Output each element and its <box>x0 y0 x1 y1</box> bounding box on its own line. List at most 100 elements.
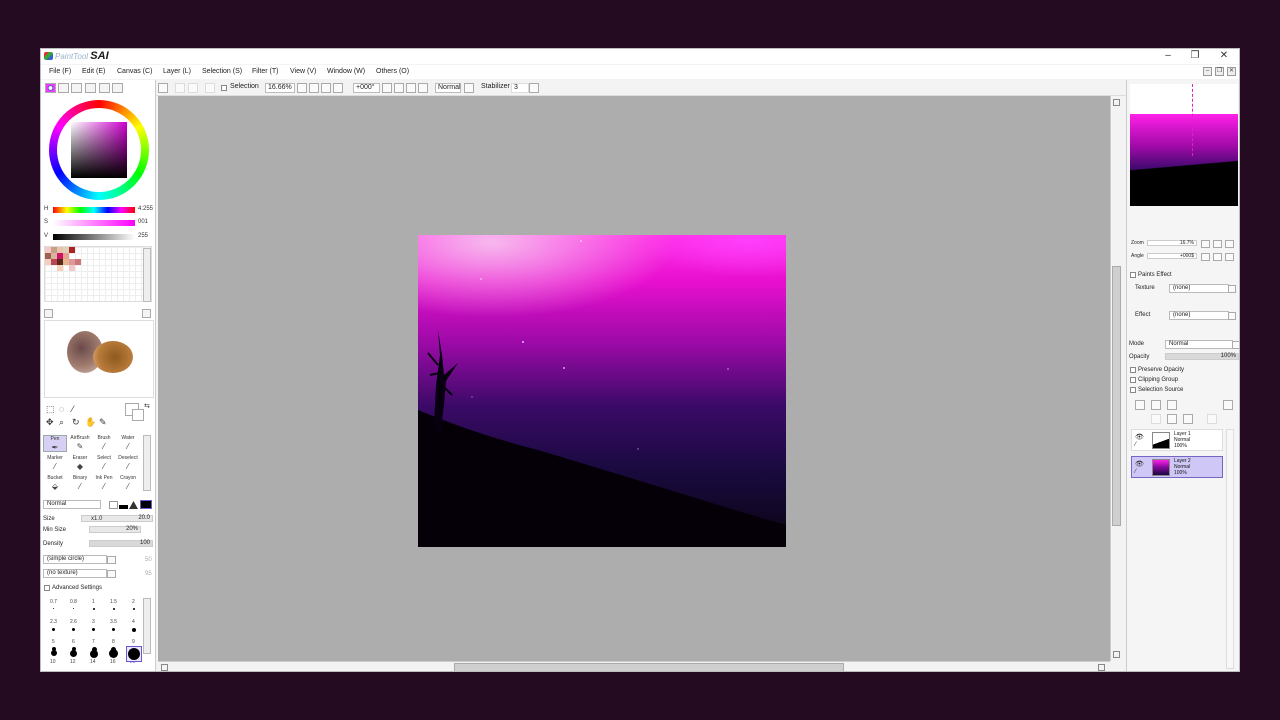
advanced-settings-toggle[interactable] <box>44 585 50 591</box>
navigator-zoom-slider[interactable]: 16.7% <box>1147 240 1197 246</box>
size-multiplier[interactable]: x1.0 <box>91 516 102 522</box>
scratchpad-clear-icon[interactable] <box>44 309 53 318</box>
brush-shape-hard-icon[interactable] <box>129 501 138 509</box>
scratchpad[interactable] <box>44 320 154 398</box>
tool-ink-pen[interactable]: Ink Pen ⁄ <box>92 475 116 492</box>
texture-dropdown-icon[interactable] <box>1228 285 1236 293</box>
brush-size-0-8[interactable]: 0.8 <box>70 599 77 605</box>
new-layer-icon[interactable] <box>1135 400 1145 410</box>
flip-icon[interactable] <box>418 83 428 93</box>
scroll-down-icon[interactable] <box>1113 651 1120 658</box>
layer-item-2[interactable]: 👁 ⁄ Layer 2 Normal 100% <box>1131 456 1223 478</box>
swatch-grid[interactable] <box>44 246 152 302</box>
brush-shape-flat-icon[interactable] <box>140 500 152 509</box>
layer-mode-select[interactable]: Normal <box>1165 340 1233 349</box>
brush-shape-soft-icon[interactable] <box>119 501 128 509</box>
scroll-up-icon[interactable] <box>1113 99 1120 106</box>
saturation-value-square[interactable] <box>71 122 127 178</box>
brush-size-0-7[interactable]: 0.7 <box>50 599 57 605</box>
restore-button[interactable]: ❐ <box>1188 50 1202 61</box>
move-icon[interactable]: ✥ <box>46 417 54 428</box>
brush-size-16[interactable]: 16 <box>110 659 116 665</box>
layer-lock-icon[interactable]: ⁄ <box>1135 469 1136 475</box>
nav-zoom-reset-icon[interactable] <box>1225 240 1234 248</box>
clear-layer-icon[interactable] <box>1207 414 1217 424</box>
zoom-fit-icon[interactable] <box>321 83 331 93</box>
magic-wand-icon[interactable]: ⁄ <box>72 404 74 414</box>
zoom-out-icon[interactable] <box>309 83 319 93</box>
min-size-slider[interactable]: 20% <box>89 526 141 533</box>
tool-airbrush[interactable]: AirBrush ✎ <box>68 435 92 452</box>
new-linework-layer-icon[interactable] <box>1151 400 1161 410</box>
brush-size-scrollbar[interactable] <box>143 598 151 654</box>
brush-size-3[interactable]: 3 <box>92 619 95 625</box>
brush-size-1-5[interactable]: 1.5 <box>110 599 117 605</box>
nav-zoom-out-icon[interactable] <box>1213 240 1222 248</box>
nav-rotate-reset-icon[interactable] <box>1225 253 1234 261</box>
brush-size-4[interactable]: 4 <box>132 619 135 625</box>
menu-canvas[interactable]: Canvas (C) <box>117 68 152 75</box>
menu-window[interactable]: Window (W) <box>327 68 365 75</box>
navigator-angle-slider[interactable]: +000$ <box>1147 253 1197 259</box>
tool-brush[interactable]: Brush ⁄ <box>92 435 116 452</box>
menu-layer[interactable]: Layer (L) <box>163 68 191 75</box>
swatch-scrollbar[interactable] <box>143 248 151 302</box>
redo-icon[interactable] <box>158 83 168 93</box>
tool-eraser[interactable]: Eraser ◆ <box>68 455 92 472</box>
scroll-right-icon[interactable] <box>1098 664 1105 671</box>
brush-size-2-6[interactable]: 2.6 <box>70 619 77 625</box>
brush-size-14[interactable]: 14 <box>90 659 96 665</box>
clipping-group-checkbox[interactable] <box>1130 377 1136 383</box>
nav-zoom-in-icon[interactable] <box>1201 240 1210 248</box>
layer-scrollbar[interactable] <box>1226 429 1234 669</box>
canvas-horizontal-scrollbar[interactable] <box>158 661 1110 671</box>
value-slider[interactable] <box>53 234 135 240</box>
secondary-color-swatch[interactable] <box>132 409 144 421</box>
rect-select-icon[interactable]: ⬚ <box>46 404 55 415</box>
effect-dropdown-icon[interactable] <box>1228 312 1236 320</box>
brush-size-2-3[interactable]: 2.3 <box>50 619 57 625</box>
rotate-right-icon[interactable] <box>394 83 404 93</box>
new-folder-icon[interactable] <box>1167 400 1177 410</box>
horizontal-scroll-thumb[interactable] <box>454 663 844 671</box>
nav-rotate-left-icon[interactable] <box>1201 253 1210 261</box>
layer-opacity-slider[interactable]: 100% <box>1165 353 1239 360</box>
brush-size-9[interactable]: 9 <box>132 639 135 645</box>
scroll-left-icon[interactable] <box>161 664 168 671</box>
swatches-mode-icon[interactable] <box>99 83 110 93</box>
zoom-icon[interactable]: ⌕ <box>59 417 64 428</box>
blend-dropdown-icon[interactable] <box>464 83 474 93</box>
scratchpad-menu-icon[interactable] <box>142 309 151 318</box>
selection-checkbox[interactable] <box>221 85 227 91</box>
merge-down-icon[interactable] <box>1167 414 1177 424</box>
preserve-opacity-checkbox[interactable] <box>1130 367 1136 373</box>
brush-size-2[interactable]: 2 <box>132 599 135 605</box>
saturation-slider[interactable] <box>53 220 135 226</box>
brush-size-7[interactable]: 7 <box>92 639 95 645</box>
brush-size-8[interactable]: 8 <box>112 639 115 645</box>
color-mixer-mode-icon[interactable] <box>85 83 96 93</box>
effect-select[interactable]: (none) <box>1169 311 1229 320</box>
mdi-minimize-button[interactable]: – <box>1203 67 1212 76</box>
color-wheel-mode-icon[interactable] <box>45 83 56 93</box>
layer-visibility-eye-icon[interactable]: 👁 <box>1135 433 1144 441</box>
layer-item-1[interactable]: 👁 ⁄ Layer 1 Normal 100% <box>1131 429 1223 451</box>
tool-crayon[interactable]: Crayon ⁄ <box>116 475 140 492</box>
canvas-vertical-scrollbar[interactable] <box>1110 96 1122 661</box>
delete-layer-icon[interactable] <box>1183 414 1193 424</box>
menu-edit[interactable]: Edit (E) <box>82 68 105 75</box>
brush-texture-select[interactable]: (no texture) <box>43 569 107 578</box>
rotate-reset-icon[interactable] <box>406 83 416 93</box>
minimize-button[interactable]: – <box>1161 50 1175 61</box>
stabilizer-field[interactable]: 3 <box>511 83 529 93</box>
deselect-icon[interactable] <box>175 83 185 93</box>
tool-marker[interactable]: Marker ⁄ <box>43 455 67 472</box>
tool-select[interactable]: Select ⁄ <box>92 455 116 472</box>
fill-icon[interactable] <box>205 83 215 93</box>
brush-size-12[interactable]: 12 <box>70 659 76 665</box>
texture-select[interactable]: (none) <box>1169 284 1229 293</box>
selection-source-checkbox[interactable] <box>1130 387 1136 393</box>
eyedropper-icon[interactable]: ✎ <box>99 417 107 428</box>
brush-shape-dropdown-icon[interactable] <box>107 556 116 564</box>
menu-others[interactable]: Others (O) <box>376 68 409 75</box>
